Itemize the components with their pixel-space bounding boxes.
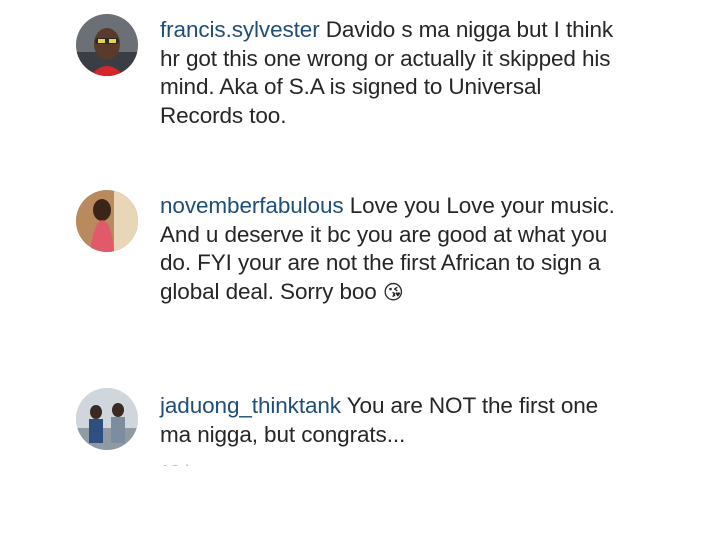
comment-text: jaduong_thinktank You are NOT the first … [160, 392, 630, 449]
comment-username[interactable]: francis.sylvester [160, 17, 320, 42]
comment-timestamp: 12 hours ago [160, 458, 265, 466]
avatar[interactable] [76, 190, 138, 252]
comment-text: francis.sylvester Davido s ma nigga but … [160, 16, 630, 130]
kiss-emoji-icon: 😘 [382, 279, 404, 304]
comment-username[interactable]: novemberfabulous [160, 193, 344, 218]
avatar[interactable] [76, 14, 138, 76]
comment-text: novemberfabulous Love you Love your musi… [160, 192, 630, 306]
avatar[interactable] [76, 388, 138, 450]
comment-username[interactable]: jaduong_thinktank [160, 393, 341, 418]
